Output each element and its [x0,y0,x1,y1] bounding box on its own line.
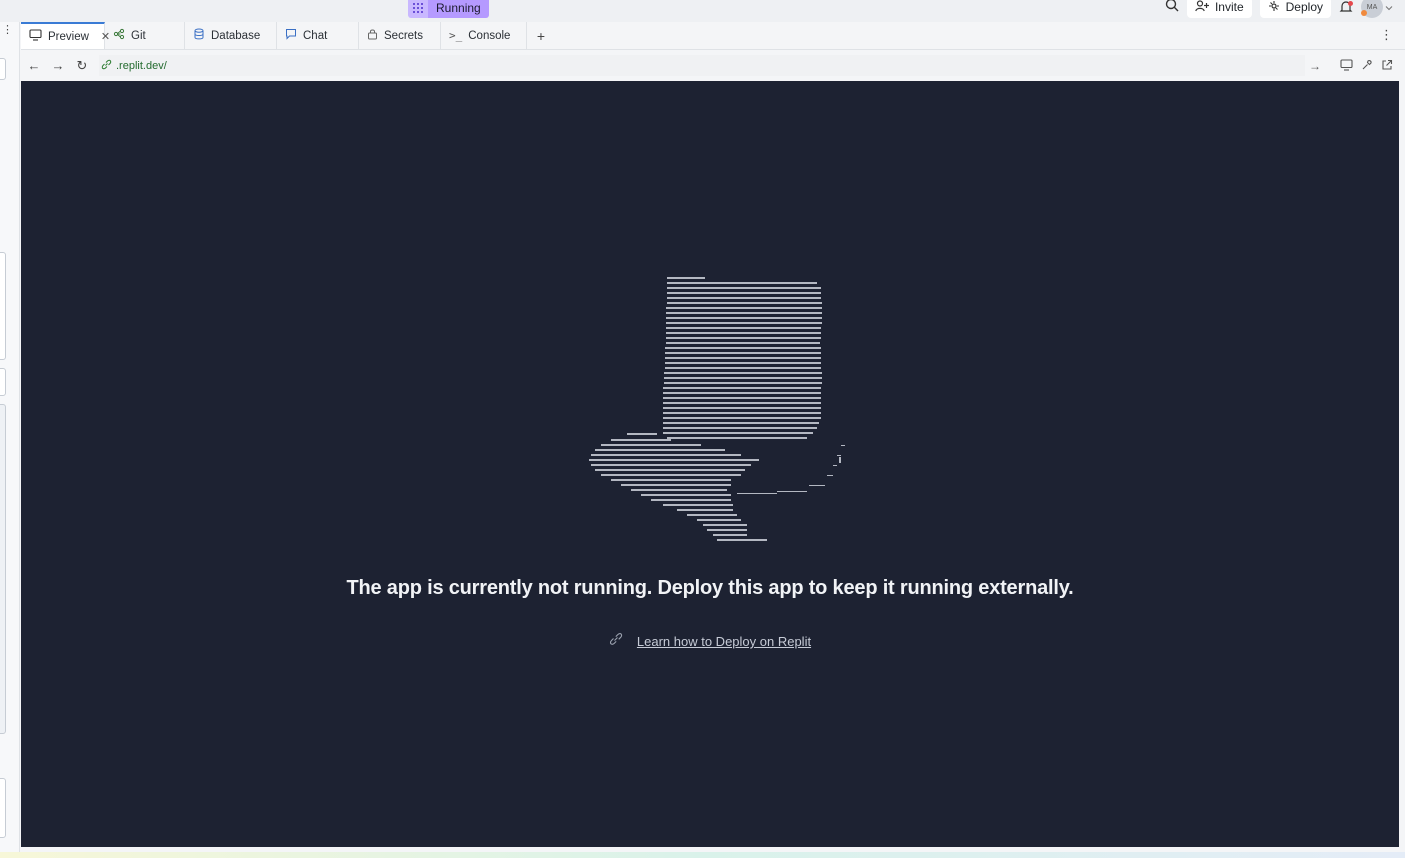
grid-icon [408,0,428,18]
ascii-art-illustration [589,277,845,541]
tab-console[interactable]: >_ Console [441,22,527,49]
more-vertical-icon[interactable]: ⋮ [2,25,13,36]
panel-card[interactable] [0,252,6,360]
learn-deploy-row: Learn how to Deploy on Replit [21,632,1399,651]
tab-label: Secrets [384,29,423,42]
plus-icon: + [536,27,546,44]
invite-button[interactable]: Invite [1186,0,1252,18]
tab-chat[interactable]: Chat [277,22,359,49]
url-text: .replit.dev/ [116,59,167,72]
tab-database[interactable]: Database [185,22,277,49]
add-user-icon [1195,0,1209,15]
go-arrow-icon[interactable]: → [1309,59,1321,73]
link-icon [609,632,623,651]
url-input[interactable]: .replit.dev/ [99,55,1305,76]
bottom-gradient-strip [0,852,1405,858]
run-status-label: Running [428,0,489,18]
terminal-icon: >_ [449,29,463,42]
panel-card[interactable] [0,404,6,734]
left-panel-edge: ⋮ [0,22,20,852]
external-link-icon[interactable] [1381,58,1393,76]
tab-label: Preview [48,30,89,43]
back-arrow-icon[interactable]: ← [23,58,45,73]
url-bar: ← → ↻ .replit.dev/ → [21,51,1405,80]
tab-label: Database [211,29,261,42]
lock-icon [367,28,378,43]
avatar[interactable]: MA [1361,0,1383,18]
add-tab-button[interactable]: + [527,22,555,49]
link-icon [101,59,112,73]
tab-label: Chat [303,29,328,42]
deploy-button[interactable]: Deploy [1259,0,1331,18]
tab-label: Console [468,29,511,42]
tab-label: Git [131,29,146,42]
chat-icon [285,28,297,43]
monitor-icon [29,29,42,44]
git-icon [113,28,125,43]
deploy-icon [1268,0,1280,15]
invite-label: Invite [1214,0,1244,14]
forward-arrow-icon[interactable]: → [47,58,69,73]
not-running-message: The app is currently not running. Deploy… [346,577,1074,599]
deploy-label: Deploy [1285,0,1323,14]
panel-handle[interactable] [0,58,6,80]
search-icon[interactable] [1165,0,1179,17]
wrench-icon[interactable] [1361,58,1373,76]
preview-pane: The app is currently not running. Deploy… [21,81,1399,847]
tab-git[interactable]: Git [105,22,185,49]
device-preview-icon[interactable] [1340,58,1353,76]
avatar-initials: MA [1366,3,1378,11]
panel-card[interactable] [0,368,6,396]
pane-tabs: Preview ✕ Git Database Chat Secrets >_ C… [21,22,1405,50]
run-status-pill[interactable]: Running [408,0,489,18]
more-vertical-icon[interactable]: ⋮ [1380,28,1393,42]
panel-card[interactable] [0,778,6,838]
database-icon [193,28,205,43]
bell-icon[interactable] [1339,0,1353,14]
chevron-down-icon[interactable] [1385,0,1393,16]
tab-secrets[interactable]: Secrets [359,22,441,49]
refresh-icon[interactable]: ↻ [71,58,93,74]
learn-deploy-link[interactable]: Learn how to Deploy on Replit [637,634,811,649]
tab-preview[interactable]: Preview ✕ [21,22,110,49]
top-bar: Running Invite Deploy MA [0,0,1405,22]
